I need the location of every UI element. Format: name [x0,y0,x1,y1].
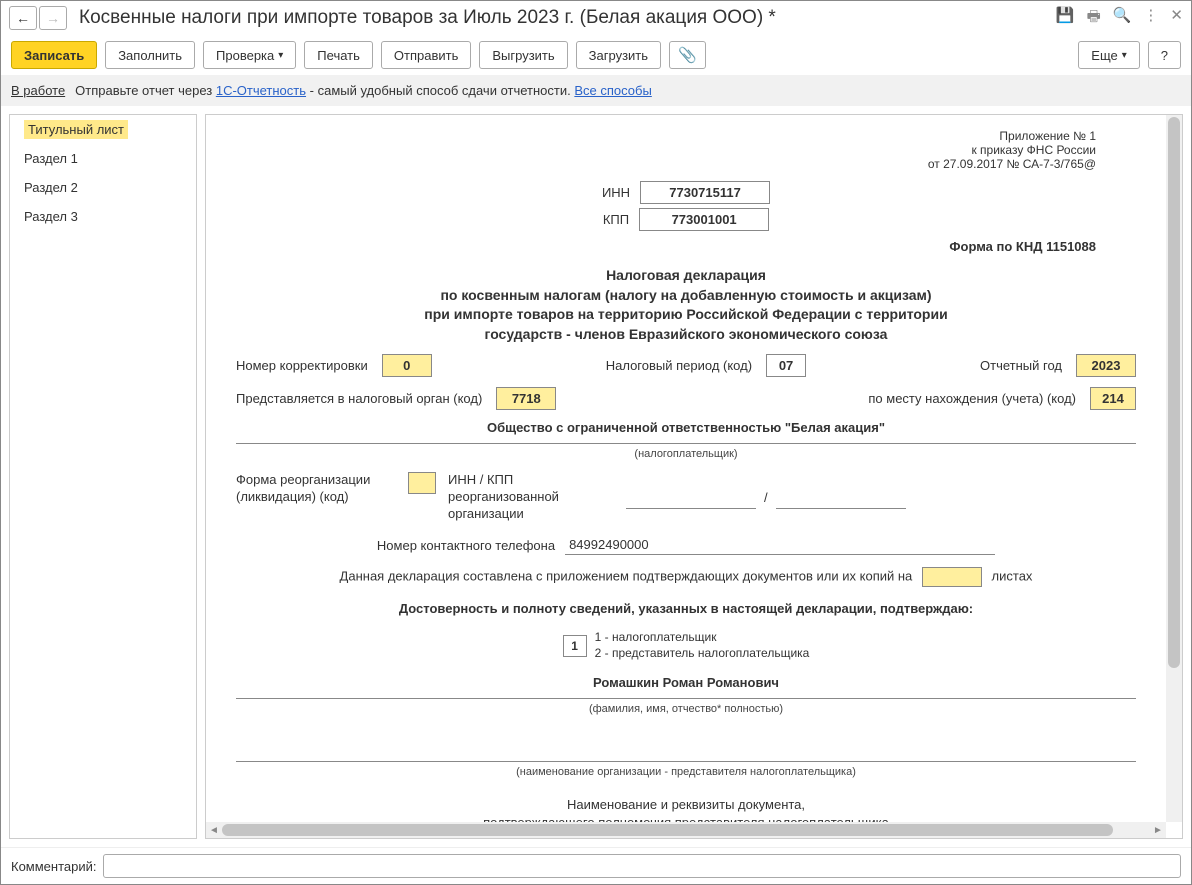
check-button[interactable]: Проверка [203,41,296,69]
comment-bar: Комментарий: [1,847,1191,884]
nav-forward-button[interactable]: → [39,6,67,30]
document-title: Налоговая декларация по косвенным налога… [296,266,1076,344]
reorg-innkpp-label: ИНН / КПП реорганизованной организации [448,472,618,523]
period-label: Налоговый период (код) [606,358,752,373]
period-field[interactable]: 07 [766,354,806,377]
phone-field[interactable]: 84992490000 [565,535,995,555]
org-name: Общество с ограниченной ответственностью… [236,420,1136,435]
signer-name: Ромашкин Роман Романович [236,675,1136,690]
kpp-label: КПП [603,212,629,227]
reorg-inn-field[interactable] [626,487,756,509]
sheets-field[interactable] [922,567,982,587]
horizontal-scrollbar[interactable]: ◄ ► [206,822,1166,838]
content-pane: Приложение № 1 к приказу ФНС России от 2… [205,114,1183,839]
sheets-row: Данная декларация составлена с приложени… [236,567,1136,587]
auth-doc-title: Наименование и реквизиты документа, подт… [236,796,1136,822]
link-all-ways[interactable]: Все способы [574,83,651,98]
status-label[interactable]: В работе [11,83,65,98]
tax-org-field[interactable]: 7718 [496,387,556,410]
reorg-kpp-field[interactable] [776,487,906,509]
nav-back-button[interactable]: ← [9,6,37,30]
confirm-options: 1 - налогоплательщик 2 - представитель н… [595,630,810,661]
signer-sub: (фамилия, имя, отчество* полностью) [236,703,1136,715]
record-button[interactable]: Записать [11,41,97,69]
org-sub: (налогоплательщик) [236,448,1136,460]
correction-label: Номер корректировки [236,358,368,373]
kebab-icon[interactable]: ⋮ [1143,6,1158,31]
sidebar-item-title-page[interactable]: Титульный лист [10,115,196,144]
reorg-label: Форма реорганизации (ликвидация) (код) [236,472,396,506]
save-icon[interactable]: 💾 [1056,6,1075,31]
close-icon[interactable]: ✕ [1170,6,1183,31]
load-button[interactable]: Загрузить [576,41,661,69]
inn-field[interactable]: 7730715117 [640,181,770,204]
representative-sub: (наименование организации - представител… [236,766,1136,778]
toolbar: Записать Заполнить Проверка Печать Отпра… [1,35,1191,75]
confirm-code-field[interactable]: 1 [563,635,587,657]
sidebar-item-section-3[interactable]: Раздел 3 [10,202,196,231]
sidebar-item-section-1[interactable]: Раздел 1 [10,144,196,173]
correction-field[interactable]: 0 [382,354,432,377]
help-button[interactable]: ? [1148,41,1181,69]
reorg-code-field[interactable] [408,472,436,494]
kpp-field[interactable]: 773001001 [639,208,769,231]
status-banner: В работе Отправьте отчет через 1С-Отчетн… [1,75,1191,106]
confirm-title: Достоверность и полноту сведений, указан… [236,601,1136,616]
knd-code: Форма по КНД 1151088 [236,239,1096,254]
fill-button[interactable]: Заполнить [105,41,195,69]
sidebar: Титульный лист Раздел 1 Раздел 2 Раздел … [9,114,197,839]
sidebar-item-section-2[interactable]: Раздел 2 [10,173,196,202]
attach-button[interactable]: 📎 [669,41,706,69]
tax-org-label: Представляется в налоговый орган (код) [236,391,482,406]
vertical-scrollbar[interactable] [1166,115,1182,822]
send-button[interactable]: Отправить [381,41,471,69]
comment-label: Комментарий: [11,859,97,874]
phone-label: Номер контактного телефона [377,538,555,553]
year-field[interactable]: 2023 [1076,354,1136,377]
inn-label: ИНН [602,185,630,200]
place-field[interactable]: 214 [1090,387,1136,410]
print-button[interactable]: Печать [304,41,373,69]
unload-button[interactable]: Выгрузить [479,41,567,69]
year-label: Отчетный год [980,358,1062,373]
place-label: по месту нахождения (учета) (код) [868,391,1076,406]
appendix-text: Приложение № 1 к приказу ФНС России от 2… [236,129,1096,171]
print-icon[interactable]: 🖶 [1087,6,1101,31]
banner-text: Отправьте отчет через 1С-Отчетность - са… [75,83,652,98]
comment-input[interactable] [103,854,1182,878]
preview-icon[interactable]: 🔍 [1113,6,1132,31]
link-1c-report[interactable]: 1С-Отчетность [216,83,306,98]
titlebar: ← → Косвенные налоги при импорте товаров… [1,1,1191,35]
more-button[interactable]: Еще [1078,41,1139,69]
window-title: Косвенные налоги при импорте товаров за … [79,7,1056,29]
